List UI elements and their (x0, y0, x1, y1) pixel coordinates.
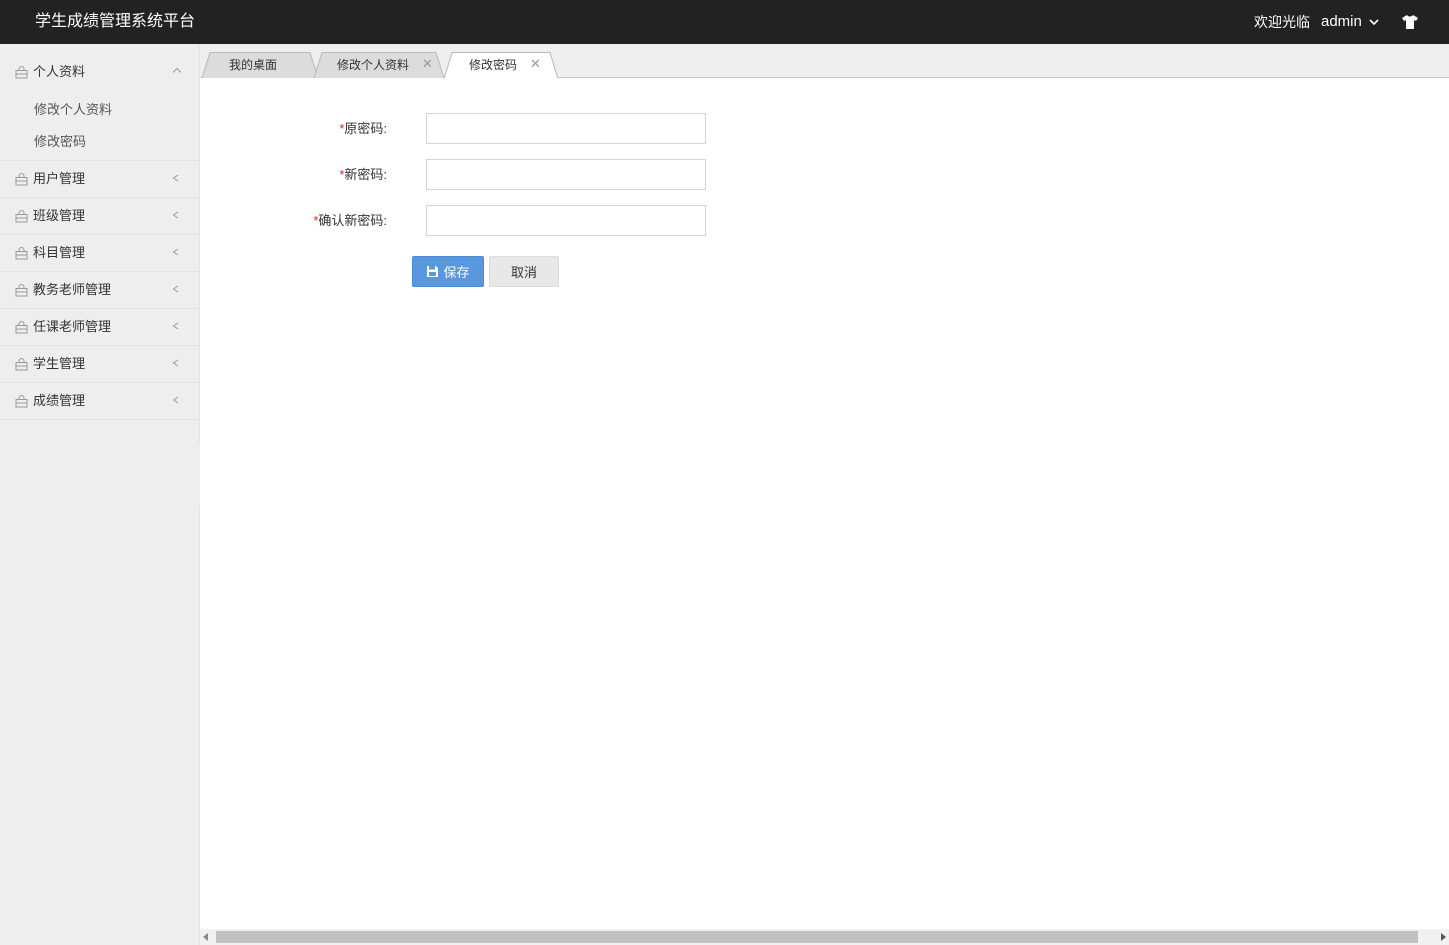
top-header: 学生成绩管理系统平台 欢迎光临 admin (0, 0, 1449, 44)
main-content: *原密码: *新密码: *确认新密码: 保存 取消 (200, 78, 1449, 929)
sidebar-submenu-personal: 修改个人资料 修改密码 (0, 89, 199, 161)
save-button-label: 保存 (443, 265, 470, 280)
sidebar-item-label: 用户管理 (33, 171, 86, 186)
label-text: 确认新密码: (318, 213, 387, 228)
floppy-disk-icon (427, 266, 439, 277)
chevron-left-icon (172, 248, 179, 256)
app-title: 学生成绩管理系统平台 (35, 13, 196, 30)
sidebar-item-label: 学生管理 (33, 356, 86, 371)
bag-icon (15, 66, 28, 79)
cancel-button-label: 取消 (510, 265, 537, 280)
sidebar-item-course-teachers[interactable]: 任课老师管理 (0, 309, 199, 346)
sidebar-item-personal[interactable]: 个人资料 (0, 54, 199, 91)
tab-bar: 我的桌面 修改个人资料 ✕ 修改密码 ✕ (200, 44, 1449, 79)
sidebar-item-classes[interactable]: 班级管理 (0, 198, 199, 235)
user-menu[interactable]: admin (1321, 12, 1380, 32)
chevron-left-icon (172, 359, 179, 367)
sidebar-item-subjects[interactable]: 科目管理 (0, 235, 199, 272)
chevron-left-icon (172, 396, 179, 404)
chevron-left-icon (172, 322, 179, 330)
close-icon[interactable]: ✕ (530, 57, 541, 71)
chevron-left-icon (172, 211, 179, 219)
sidebar-item-students[interactable]: 学生管理 (0, 346, 199, 383)
bag-icon (15, 173, 28, 186)
new-password-input[interactable] (426, 159, 706, 190)
scroll-right-icon[interactable] (1440, 933, 1446, 941)
sidebar-subitem-change-password[interactable]: 修改密码 (34, 133, 86, 151)
sidebar-item-grades[interactable]: 成绩管理 (0, 383, 199, 420)
old-password-label: *原密码: (200, 120, 387, 138)
bag-icon (15, 247, 28, 260)
label-text: 新密码: (344, 167, 387, 182)
tab-label: 修改个人资料 (337, 58, 410, 72)
sidebar-item-users[interactable]: 用户管理 (0, 161, 199, 198)
bag-icon (15, 358, 28, 371)
sidebar-item-label: 教务老师管理 (33, 282, 112, 297)
sidebar-item-label: 成绩管理 (33, 393, 86, 408)
scroll-left-icon[interactable] (203, 933, 209, 941)
scrollbar-thumb[interactable] (216, 931, 1418, 943)
confirm-password-label: *确认新密码: (200, 212, 387, 230)
sidebar-item-label: 科目管理 (33, 245, 86, 260)
username[interactable]: admin (1321, 12, 1362, 32)
save-button[interactable]: 保存 (412, 256, 484, 287)
tab-edit-profile[interactable]: 修改个人资料 ✕ (314, 52, 446, 78)
label-text: 原密码: (344, 121, 387, 136)
chevron-down-icon[interactable] (1368, 16, 1380, 28)
horizontal-scrollbar[interactable] (200, 929, 1449, 945)
tab-my-desktop[interactable]: 我的桌面 (202, 52, 320, 78)
sidebar-item-label: 个人资料 (33, 64, 86, 79)
sidebar-item-academic-teachers[interactable]: 教务老师管理 (0, 272, 199, 309)
welcome-text: 欢迎光临 (1254, 14, 1310, 30)
sidebar-item-label: 任课老师管理 (33, 319, 112, 334)
tab-label: 修改密码 (469, 58, 518, 72)
bag-icon (15, 210, 28, 223)
bag-icon (15, 395, 28, 408)
form-row-new-password: *新密码: (200, 159, 800, 191)
chevron-up-icon (172, 67, 182, 73)
sidebar: 个人资料 修改个人资料 修改密码 用户管理 班级管理 科目管理 教务老师管理 任… (0, 44, 200, 945)
confirm-password-input[interactable] (426, 205, 706, 236)
chevron-left-icon (172, 174, 179, 182)
new-password-label: *新密码: (200, 166, 387, 184)
form-row-confirm-password: *确认新密码: (200, 205, 800, 237)
sidebar-subitem-edit-profile[interactable]: 修改个人资料 (34, 101, 112, 119)
chevron-left-icon (172, 285, 179, 293)
bag-icon (15, 284, 28, 297)
old-password-input[interactable] (426, 113, 706, 144)
bag-icon (15, 321, 28, 334)
cancel-button[interactable]: 取消 (489, 256, 559, 287)
shirt-icon[interactable] (1401, 14, 1419, 30)
tab-label: 我的桌面 (229, 58, 278, 72)
sidebar-item-label: 班级管理 (33, 208, 86, 223)
form-row-old-password: *原密码: (200, 113, 800, 145)
close-icon[interactable]: ✕ (422, 57, 433, 71)
tab-change-password[interactable]: 修改密码 ✕ (444, 52, 560, 79)
